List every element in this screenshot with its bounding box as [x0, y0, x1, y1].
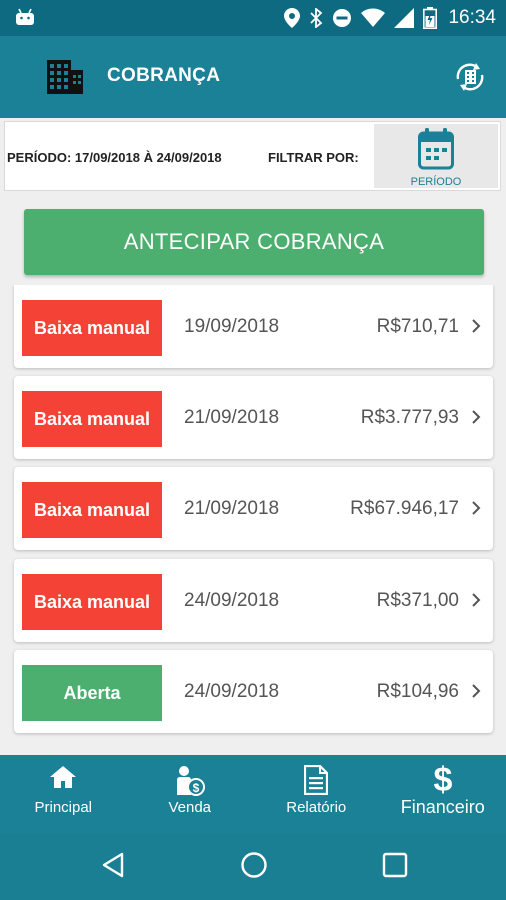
chevron-right-icon — [472, 501, 481, 515]
building-icon — [47, 60, 83, 94]
charge-date: 21/09/2018 — [184, 498, 280, 519]
period-range-text: PERÍODO: 17/09/2018 À 24/09/2018 — [7, 150, 222, 165]
chevron-right-icon — [472, 593, 481, 607]
system-nav-bar — [0, 833, 506, 900]
signal-icon — [394, 8, 415, 28]
svg-text:$: $ — [192, 781, 199, 795]
document-icon — [304, 765, 329, 795]
do-not-disturb-icon — [333, 9, 352, 27]
charge-amount: R$371,00 — [376, 590, 459, 611]
clock: 16:34 — [448, 7, 496, 28]
location-icon — [284, 8, 301, 28]
status-bar: 16:34 — [0, 0, 506, 36]
list-item[interactable]: Baixa manual 21/09/2018 R$3.777,93 — [14, 376, 493, 459]
bluetooth-icon — [310, 8, 323, 28]
dollar-icon: $ — [433, 761, 452, 795]
charge-date: 21/09/2018 — [184, 407, 280, 428]
wifi-icon — [361, 8, 386, 27]
calendar-icon — [418, 128, 454, 170]
charge-amount: R$104,96 — [376, 681, 459, 702]
recents-icon[interactable] — [382, 851, 408, 879]
home-circle-icon[interactable] — [240, 851, 268, 879]
svg-text:$: $ — [433, 761, 452, 795]
antecipar-cobranca-button[interactable]: ANTECIPAR COBRANÇA — [24, 209, 484, 275]
home-icon — [50, 766, 77, 788]
nav-label: Relatório — [286, 799, 347, 816]
status-badge: Baixa manual — [22, 391, 162, 447]
bottom-nav: Principal $ Venda Relatório $ Financeiro — [0, 755, 506, 833]
app-bar: COBRANÇA — [0, 36, 506, 118]
list-item[interactable]: Baixa manual 21/09/2018 R$67.946,17 — [14, 467, 493, 550]
status-badge: Baixa manual — [22, 574, 162, 630]
battery-icon — [423, 7, 438, 29]
sync-icon[interactable] — [452, 59, 488, 95]
nav-label: Principal — [34, 799, 93, 816]
charges-list: Baixa manual 19/09/2018 R$710,71 Baixa m… — [0, 285, 506, 755]
page-title: COBRANÇA — [107, 65, 221, 86]
charge-amount: R$67.946,17 — [350, 498, 459, 519]
nav-label: Venda — [168, 799, 212, 816]
charge-date: 24/09/2018 — [184, 681, 280, 702]
period-button-label: PERÍODO — [410, 176, 462, 188]
chevron-right-icon — [472, 410, 481, 424]
filter-by-label: FILTRAR POR: — [268, 150, 359, 165]
android-icon — [16, 8, 34, 25]
status-badge: Baixa manual — [22, 482, 162, 538]
nav-item-venda[interactable]: $ Venda — [127, 755, 254, 833]
nav-label: Financeiro — [400, 797, 485, 817]
chevron-right-icon — [472, 684, 481, 698]
nav-item-principal[interactable]: Principal — [0, 755, 127, 833]
list-item[interactable]: Baixa manual 24/09/2018 R$371,00 — [14, 559, 493, 642]
period-filter-button[interactable]: PERÍODO — [374, 124, 498, 188]
person-money-icon: $ — [176, 766, 205, 796]
charge-date: 19/09/2018 — [184, 316, 280, 337]
back-icon[interactable] — [101, 851, 125, 879]
charge-amount: R$710,71 — [376, 316, 459, 337]
nav-item-relatorio[interactable]: Relatório — [253, 755, 380, 833]
filter-card: PERÍODO: 17/09/2018 À 24/09/2018 FILTRAR… — [4, 121, 501, 191]
list-item[interactable]: Aberta 24/09/2018 R$104,96 — [14, 650, 493, 733]
status-badge: Aberta — [22, 665, 162, 721]
charge-date: 24/09/2018 — [184, 590, 280, 611]
nav-item-financeiro[interactable]: $ Financeiro — [380, 755, 506, 833]
list-item[interactable]: Baixa manual 19/09/2018 R$710,71 — [14, 285, 493, 368]
status-badge: Baixa manual — [22, 300, 162, 356]
charge-amount: R$3.777,93 — [360, 407, 459, 428]
chevron-right-icon — [472, 319, 481, 333]
